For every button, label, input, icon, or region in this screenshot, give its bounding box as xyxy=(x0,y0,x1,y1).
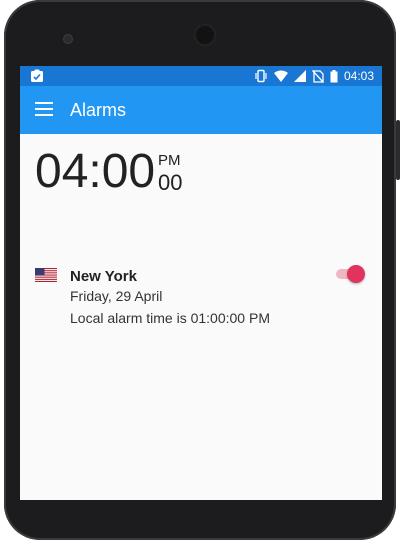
toggle-thumb xyxy=(347,265,365,283)
menu-icon[interactable] xyxy=(35,102,53,116)
status-time: 04:03 xyxy=(343,69,374,83)
side-button xyxy=(396,120,400,180)
front-camera-icon xyxy=(194,24,216,46)
alarm-ampm: PM xyxy=(158,152,181,169)
clipboard-check-icon xyxy=(31,69,43,82)
page-title: Alarms xyxy=(70,100,127,120)
no-sim-icon xyxy=(311,69,324,83)
alarm-seconds: 00 xyxy=(158,170,183,195)
battery-icon xyxy=(330,69,338,82)
app-bar: Alarms xyxy=(20,86,382,134)
vibrate-icon xyxy=(255,69,267,83)
sensor-icon xyxy=(63,34,73,44)
alarm-local-time: Local alarm time is 01:00:00 PM xyxy=(70,310,270,326)
alarm-date: Friday, 29 April xyxy=(70,288,163,304)
us-flag-icon xyxy=(35,268,57,282)
alarm-item[interactable]: 04:00 PM 00 New York Friday, 29 April Lo… xyxy=(20,136,382,326)
status-icons: 04:03 xyxy=(254,66,374,86)
alarm-toggle[interactable] xyxy=(336,263,365,283)
screen: 04:03 Alarms 04:00 PM 00 New York Friday… xyxy=(20,66,382,500)
alarm-city: New York xyxy=(70,268,137,285)
wifi-icon xyxy=(273,70,288,82)
alarm-time: 04:00 xyxy=(35,145,156,198)
signal-icon xyxy=(293,70,306,82)
status-bar: 04:03 xyxy=(20,66,382,86)
